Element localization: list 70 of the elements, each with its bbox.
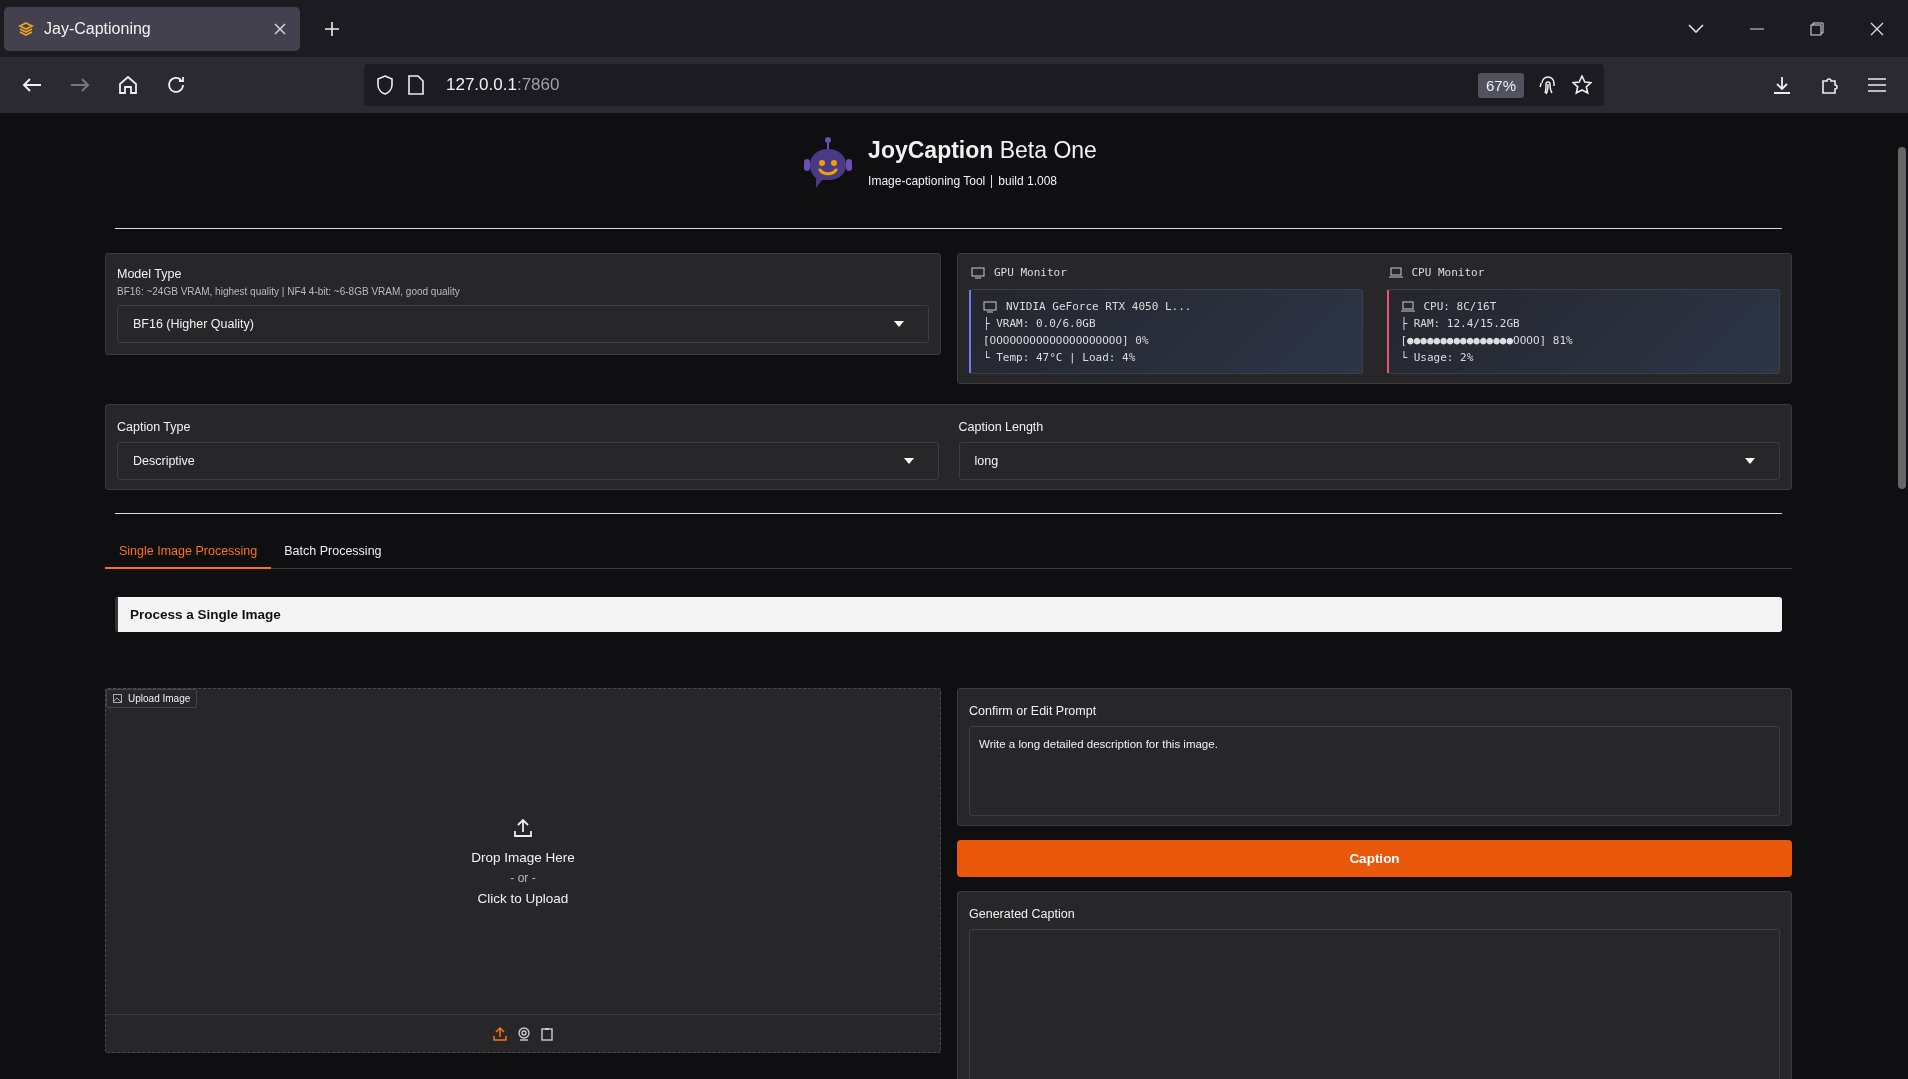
app-tagline: Image-captioning Tool xyxy=(868,174,986,188)
close-icon[interactable] xyxy=(1870,21,1884,36)
app-title: JoyCaption xyxy=(868,137,994,163)
monitor-icon xyxy=(983,300,997,313)
upload-icon[interactable] xyxy=(493,1026,507,1041)
monitor-line: ├ VRAM: 0.0/6.0GB xyxy=(983,317,1096,330)
download-icon[interactable] xyxy=(1772,75,1792,95)
upload-label: Upload Image xyxy=(106,689,198,708)
close-icon[interactable] xyxy=(274,22,286,35)
page-icon xyxy=(408,75,424,95)
image-icon xyxy=(113,694,122,703)
monitor-line: └ Usage: 2% xyxy=(1400,351,1474,364)
monitor-line: └ Temp: 47°C | Load: 4% xyxy=(983,351,1136,364)
clipboard-icon[interactable] xyxy=(541,1026,553,1041)
field-label: Model Type xyxy=(117,267,183,281)
monitor-icon xyxy=(971,266,985,279)
field-label: Caption Type xyxy=(117,420,192,434)
minimize-icon[interactable] xyxy=(1750,27,1764,30)
monitor-line: [OOOOOOOOOOOOOOOOOOOO] 0% xyxy=(983,334,1149,347)
reload-icon[interactable] xyxy=(166,75,186,95)
layers-icon xyxy=(18,20,34,37)
url-host: 127.0.0.1 xyxy=(446,75,517,94)
field-info: BF16: ~24GB VRAM, highest quality | NF4 4-bit: ~6-8GB VRAM, good quality xyxy=(117,286,461,297)
star-icon[interactable] xyxy=(1572,75,1592,95)
monitor-line: [●●●●●●●●●●●●●●●●OOOO] 81% xyxy=(1400,334,1573,347)
url-port: :7860 xyxy=(516,75,560,94)
monitor-line: CPU: 8C/16T xyxy=(1423,300,1497,313)
model-dropdown[interactable]: BF16 (Higher Quality) xyxy=(117,305,929,343)
app-subtitle-version: Beta One xyxy=(999,137,1097,163)
drop-text: Drop Image Here xyxy=(471,849,575,865)
upload-icon xyxy=(513,817,533,838)
prompt-field[interactable]: Write a long detailed description for this image. xyxy=(969,726,1780,816)
section-heading: Process a Single Image xyxy=(115,597,1782,632)
monitor-line: NVIDIA GeForce RTX 4050 L... xyxy=(1006,300,1192,313)
click-text: Click to Upload xyxy=(477,890,569,906)
monitor-title: GPU Monitor xyxy=(994,266,1067,279)
caret-icon xyxy=(894,321,904,327)
shield-icon xyxy=(376,75,394,95)
menu-icon[interactable] xyxy=(1868,78,1886,92)
upload-dropzone[interactable]: Upload Image Drop Image Here - or - Click to Upload xyxy=(105,688,941,1053)
tab[interactable]: Single Image Processing xyxy=(105,536,272,569)
home-icon[interactable] xyxy=(118,75,138,95)
webcam-icon[interactable] xyxy=(517,1026,531,1041)
puzzle-icon[interactable] xyxy=(1820,75,1840,95)
browser-tab[interactable]: Jay-Captioning xyxy=(4,6,300,51)
address-bar[interactable]: 127.0.0.1:7860 67% xyxy=(364,64,1604,106)
zoom-badge[interactable]: 67% xyxy=(1477,72,1524,98)
laptop-icon xyxy=(1388,266,1403,279)
caret-icon xyxy=(903,458,914,464)
or-text: - or - xyxy=(510,870,536,885)
monitor-line: ├ RAM: 12.4/15.2GB xyxy=(1400,317,1520,330)
field-label: Confirm or Edit Prompt xyxy=(969,704,1098,718)
tab-title: Jay-Captioning xyxy=(44,19,152,38)
laptop-icon xyxy=(1400,300,1415,313)
field-label: Generated Caption xyxy=(969,907,1076,921)
restore-icon[interactable] xyxy=(1810,21,1824,36)
generated-caption-field[interactable] xyxy=(969,929,1780,1079)
monitor-title: CPU Monitor xyxy=(1411,266,1485,279)
forward-icon[interactable] xyxy=(70,77,90,93)
new-tab-icon[interactable] xyxy=(324,20,340,37)
tab[interactable]: Batch Processing xyxy=(270,536,396,568)
caret-icon xyxy=(1745,458,1755,464)
fingerprint-icon[interactable] xyxy=(1538,75,1558,95)
chevron-down-icon[interactable] xyxy=(1688,23,1704,34)
back-icon[interactable] xyxy=(22,77,42,93)
caption-type-dropdown[interactable]: Descriptive xyxy=(117,442,939,480)
build-number: build 1.008 xyxy=(998,174,1057,188)
field-label: Caption Length xyxy=(958,420,1045,434)
caption-button[interactable]: Caption xyxy=(957,840,1792,877)
caption-length-dropdown[interactable]: long xyxy=(958,442,1780,480)
